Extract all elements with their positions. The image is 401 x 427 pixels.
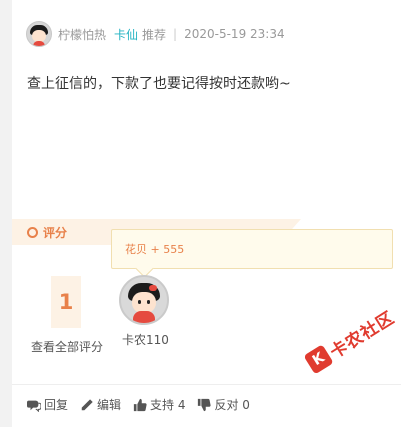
post-body: 查上征信的，下款了也要记得按时还款哟~ <box>27 76 291 92</box>
rating-title: 评分 <box>27 224 67 241</box>
reply-button[interactable]: 回复 <box>27 396 68 413</box>
thumbs-up-icon <box>133 398 147 411</box>
header-separator: | <box>173 27 178 41</box>
rating-tooltip: 花贝 + 555 <box>111 229 393 269</box>
user-tag[interactable]: 卡仙 <box>114 26 138 43</box>
post-datetime: 2020-5-19 23:34 <box>184 27 285 41</box>
oppose-label: 反对 0 <box>214 398 250 412</box>
view-all-ratings-link[interactable]: 查看全部评分 <box>31 338 103 355</box>
author-name[interactable]: 柠檬怕热 <box>58 26 106 43</box>
edit-label: 编辑 <box>97 398 122 412</box>
rating-score: 1 <box>51 276 81 328</box>
support-label: 支持 4 <box>150 398 186 412</box>
edit-button[interactable]: 编辑 <box>80 396 121 413</box>
rater-name[interactable]: 卡农110 <box>122 331 169 348</box>
reply-label: 回复 <box>44 398 69 412</box>
left-rail <box>0 0 12 427</box>
reply-bubble-icon <box>27 400 41 412</box>
recommend-label: 推荐 <box>142 27 167 42</box>
rating-title-label: 评分 <box>43 226 68 240</box>
post-header: 柠檬怕热 卡仙 推荐 | 2020-5-19 23:34 <box>26 20 285 48</box>
post-actions: 回复 编辑 支持 4 反对 0 <box>27 396 262 413</box>
thumbs-down-icon <box>198 398 212 411</box>
oppose-button[interactable]: 反对 0 <box>197 396 250 413</box>
rater-avatar[interactable] <box>119 275 169 325</box>
support-button[interactable]: 支持 4 <box>133 396 185 413</box>
watermark-text: 卡农社区 <box>326 307 399 363</box>
actions-divider <box>12 384 401 385</box>
watermark: K 卡农社区 <box>296 291 401 386</box>
rating-circle-icon <box>27 227 38 238</box>
author-avatar[interactable] <box>26 21 52 47</box>
pencil-icon <box>81 398 93 410</box>
